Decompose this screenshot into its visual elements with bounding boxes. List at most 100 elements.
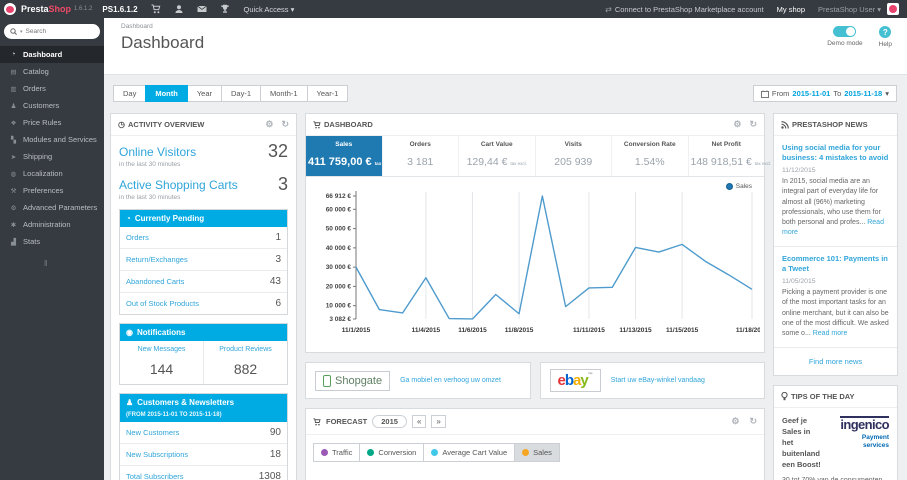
quick-access-menu[interactable]: Quick Access ▾ [244,5,295,14]
active-carts-value: 3 [277,174,288,195]
pending-row-returns: Return/Exchanges 3 [120,248,287,270]
svg-text:11/11/2015: 11/11/2015 [573,327,605,334]
cart-icon[interactable] [151,4,161,14]
kpi-net-profit[interactable]: Net Profit 148 918,51 € tax excl. [687,136,771,176]
range-month-button[interactable]: Month [145,85,188,102]
product-reviews-cell[interactable]: Product Reviews 882 [203,341,287,385]
kpi-cart-value[interactable]: Cart Value 129,44 € tax excl. [458,136,535,176]
brand-wordmark[interactable]: PrestaShop [21,4,71,14]
dashboard-refresh-icon[interactable]: ↻ [749,120,757,129]
sidebar-item-price-rules[interactable]: ❖ Price Rules [0,114,104,131]
forecast-prev-button[interactable]: « [411,415,427,429]
preferences-icon: ⚒ [10,187,17,195]
chart-legend: Sales [725,183,752,190]
forecast-refresh-icon[interactable]: ↻ [749,417,757,426]
news-article-body: In 2015, social media are an integral pa… [782,178,884,236]
svg-text:11/13/2015: 11/13/2015 [619,327,652,334]
sidebar-item-advanced-parameters[interactable]: ⚙ Advanced Parameters [0,199,104,216]
range-day-button[interactable]: Day [113,85,147,102]
sales-legend-label: Sales [735,183,752,190]
range-day-1-button[interactable]: Day-1 [221,85,262,102]
search-scope-caret-icon[interactable]: ▾ [20,29,23,35]
news-article-title[interactable]: Using social media for your business: 4 … [782,143,889,163]
user-avatar[interactable] [887,3,899,15]
kpi-row: Sales 411 759,00 € tax excl. Orders 3 181 … [306,136,771,177]
read-more-link[interactable]: Read more [813,330,848,337]
trophy-icon[interactable] [220,4,230,14]
shopgate-link[interactable]: Ga mobiel en verhoog uw omzet [400,377,501,384]
dashboard-settings-gear-icon[interactable]: ⚙ [733,120,741,129]
sidebar-collapse-icon[interactable]: ‖ [44,259,104,268]
help-icon[interactable]: ? [879,26,892,38]
kpi-conversion-rate[interactable]: Conversion Rate 1.54% [611,136,688,176]
svg-text:30 000 €: 30 000 € [326,264,352,271]
forecast-traffic-button[interactable]: Traffic [313,443,361,463]
breadcrumb[interactable]: Dashboard [121,23,907,30]
sidebar-item-shipping[interactable]: ➤ Shipping [0,148,104,165]
ebay-promo-card: ebay™ Start uw eBay-winkel vandaag [539,362,765,399]
dashboard-panel-title: DASHBOARD [324,120,373,129]
svg-text:50 000 €: 50 000 € [326,226,352,233]
kpi-visits[interactable]: Visits 205 939 [534,136,612,176]
online-visitors-link[interactable]: Online Visitors [119,145,196,159]
prestashop-logo-icon[interactable] [4,3,16,15]
customers-newsletters-box: ♟ Customers & Newsletters (FROM 2015-11-01… [119,393,288,480]
dashboard-cart-icon [313,120,321,129]
help-label: Help [878,41,892,48]
messages-icon[interactable] [196,4,207,14]
sidebar-item-stats[interactable]: ▟ Stats [0,233,104,250]
new-messages-cell[interactable]: New Messages 144 [120,341,203,384]
activity-overview-panel: ◷ ACTIVITY OVERVIEW ⚙ ↻ Online Visitors … [110,113,297,480]
sidebar-item-administration[interactable]: ✱ Administration [0,216,104,233]
user-icon[interactable] [174,4,184,14]
total-subscribers-row: Total Subscribers 1308 [120,465,287,480]
sidebar-item-customers[interactable]: ♟ Customers [0,97,104,114]
my-shop-link[interactable]: My shop [777,5,805,14]
pending-row-orders: Orders 1 [126,232,281,244]
tip-content: ingenico Payment services Geef je Sales i… [774,408,897,480]
svg-text:40 000 €: 40 000 € [326,245,352,252]
forecast-conversion-button[interactable]: Conversion [359,443,425,463]
range-year-1-button[interactable]: Year-1 [306,85,349,102]
forecast-sales-button[interactable]: Sales [514,443,560,463]
forecast-settings-gear-icon[interactable]: ⚙ [731,417,739,426]
news-article: Ecommerce 101: Payments in a Tweet 11/05… [774,247,897,349]
find-more-news-link[interactable]: Find more news [774,348,897,375]
active-carts-link[interactable]: Active Shopping Carts [119,178,238,192]
search-input[interactable] [25,28,94,35]
search-icon[interactable] [10,28,17,35]
panel-refresh-icon[interactable]: ↻ [281,120,289,129]
marketplace-connect-link[interactable]: ⇄ Connect to PrestaShop Marketplace accou… [605,5,764,14]
sales-dot-icon [522,449,530,457]
sidebar-item-localization[interactable]: ◍ Localization [0,165,104,182]
user-menu[interactable]: PrestaShop User ▾ [818,5,881,14]
svg-text:20 000 €: 20 000 € [326,283,352,290]
panel-settings-gear-icon[interactable]: ⚙ [265,120,273,129]
range-year-button[interactable]: Year [186,85,222,102]
ebay-link[interactable]: Start uw eBay-winkel vandaag [611,377,705,384]
clock-icon: ◷ [118,119,125,129]
forecast-cart-icon [313,417,321,426]
range-button-group: Day Month Year Day-1 Month-1 Year-1 [113,85,349,102]
forecast-panel-title: FORECAST [326,417,368,427]
demo-mode-toggle[interactable] [833,26,857,37]
news-article-title[interactable]: Ecommerce 101: Payments in a Tweet [782,254,889,274]
sidebar-item-dashboard[interactable]: ◔ Dashboard [0,46,104,63]
modules-icon: ▚ [11,136,16,144]
sidebar-item-catalog[interactable]: ▤ Catalog [0,63,104,80]
date-range-picker[interactable]: From 2015-11-01 To 2015-11-18 ▾ [752,85,897,102]
sidebar-item-preferences[interactable]: ⚒ Preferences [0,182,104,199]
forecast-panel: FORECAST 2015 « » ⚙ ↻ Traffic Conversion… [305,408,765,480]
sidebar-item-orders[interactable]: ▥ Orders [0,80,104,97]
kpi-sales[interactable]: Sales 411 759,00 € tax excl. [306,136,392,176]
forecast-next-button[interactable]: » [431,415,446,429]
kpi-orders[interactable]: Orders 3 181 [381,136,459,176]
range-month-1-button[interactable]: Month-1 [260,85,308,102]
svg-text:11/15/2015: 11/15/2015 [666,327,699,334]
calendar-icon [760,90,769,98]
date-from: 2015-11-01 [792,89,831,98]
sidebar-item-modules-services[interactable]: ▚ Modules and Services [0,131,104,148]
shipping-icon: ➤ [10,153,17,161]
main-area: Dashboard Dashboard Demo mode ? Help Day… [104,18,907,480]
forecast-avg-cart-button[interactable]: Average Cart Value [423,443,516,463]
